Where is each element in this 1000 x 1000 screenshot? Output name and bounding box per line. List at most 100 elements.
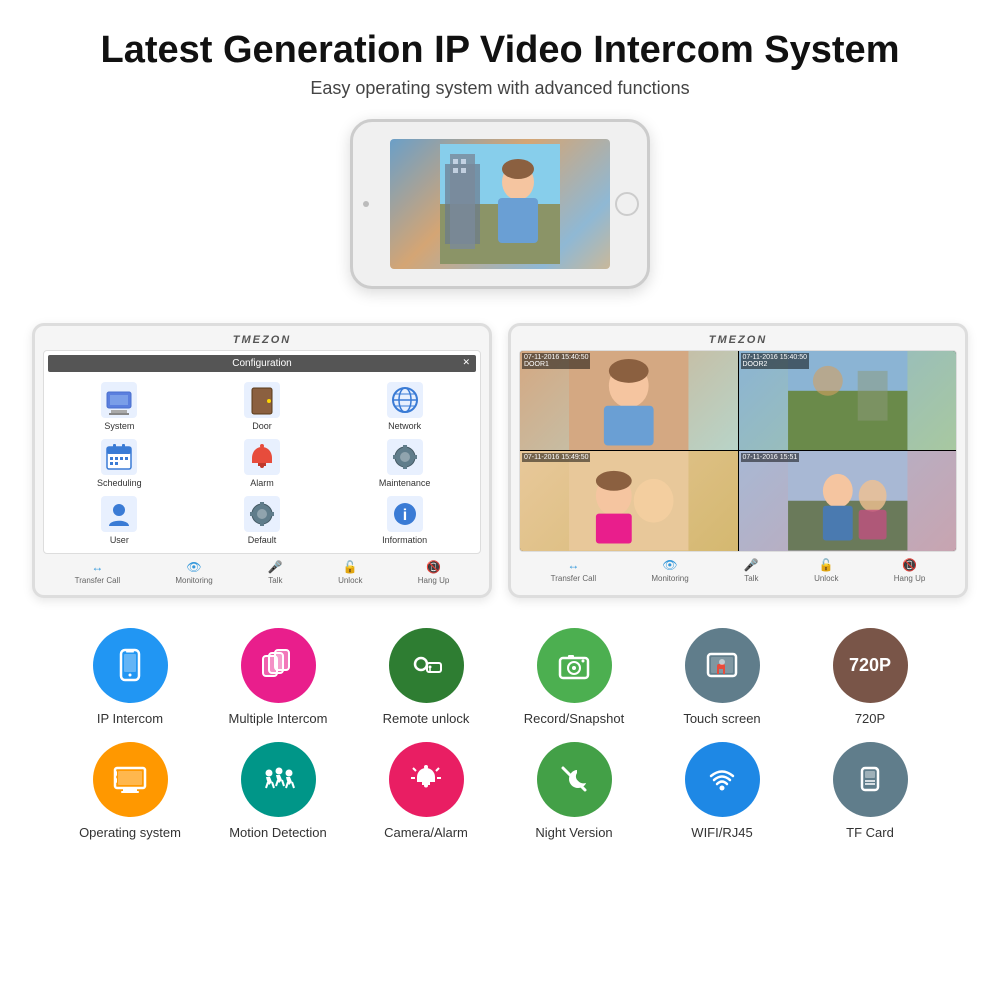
feature-label-ip-intercom: IP Intercom — [97, 711, 163, 726]
maintenance-icon — [387, 439, 423, 475]
feature-label-touch-screen: Touch screen — [683, 711, 760, 726]
footer-btn-hangup[interactable]: 📵 Hang Up — [418, 560, 450, 585]
tablet-right-footer: ↔ Transfer Call 👁 Monitoring 🎤 Talk 🔓 Un… — [519, 552, 957, 585]
config-title-bar: Configuration ✕ — [48, 355, 476, 372]
timestamp-2: 07-11-2016 15:40:50DOOR2 — [741, 353, 809, 369]
feature-label-record-snapshot: Record/Snapshot — [524, 711, 624, 726]
features-row-1: IP Intercom Multiple Intercom — [20, 628, 980, 726]
config-item-default: Default — [195, 496, 330, 545]
feature-label-remote-unlock: Remote unlock — [383, 711, 470, 726]
config-label-scheduling: Scheduling — [97, 478, 142, 488]
hangup-icon-r: 📵 — [902, 558, 917, 572]
phone-camera-dot — [363, 201, 369, 207]
record-snapshot-icon — [537, 628, 612, 703]
tablet-right: TMEZON 07-11-2016 15:40:50DOOR1 — [508, 323, 968, 598]
footer-label-talk-r: Talk — [744, 574, 758, 583]
transfer-icon: ↔ — [91, 560, 103, 574]
alarm-icon — [244, 439, 280, 475]
monitor-person-4 — [739, 451, 957, 551]
timestamp-1: 07-11-2016 15:40:50DOOR1 — [522, 353, 590, 369]
unlock-footer-icon: 🔓 — [343, 560, 358, 574]
tablet-left-screen: Configuration ✕ System — [43, 350, 481, 554]
footer-btn-monitoring-r[interactable]: 👁 Monitoring — [651, 558, 688, 583]
talk-icon: 🎤 — [268, 560, 283, 574]
phone-screen-image — [440, 144, 560, 264]
feature-operating-system: Operating system — [56, 742, 204, 840]
camera-alarm-icon — [389, 742, 464, 817]
feature-label-night-version: Night Version — [535, 825, 612, 840]
hangup-icon: 📵 — [426, 560, 441, 574]
feature-wifi-rj45: WIFI/RJ45 — [648, 742, 796, 840]
config-label-door: Door — [252, 421, 272, 431]
phone-section — [20, 119, 980, 299]
footer-label-talk: Talk — [268, 576, 282, 585]
feature-label-multiple-intercom: Multiple Intercom — [229, 711, 328, 726]
feature-remote-unlock: Remote unlock — [352, 628, 500, 726]
page-subtitle: Easy operating system with advanced func… — [20, 78, 980, 99]
operating-system-icon — [93, 742, 168, 817]
footer-btn-talk-r[interactable]: 🎤 Talk — [744, 558, 759, 583]
config-item-information: i Information — [337, 496, 472, 545]
remote-unlock-icon — [389, 628, 464, 703]
config-item-door: Door — [195, 382, 330, 431]
monitor-cell-3: 07-11-2016 15:49:50 — [520, 451, 738, 551]
scheduling-icon — [101, 439, 137, 475]
ip-intercom-icon — [93, 628, 168, 703]
svg-text:i: i — [402, 507, 406, 524]
feature-record-snapshot: Record/Snapshot — [500, 628, 648, 726]
monitor-screen: 07-11-2016 15:40:50DOOR1 07-11-2016 15:4… — [520, 351, 956, 551]
talk-icon-r: 🎤 — [744, 558, 759, 572]
footer-label-hangup-r: Hang Up — [894, 574, 926, 583]
feature-label-motion-detection: Motion Detection — [229, 825, 327, 840]
close-icon[interactable]: ✕ — [462, 357, 470, 368]
monitor-cell-1: 07-11-2016 15:40:50DOOR1 — [520, 351, 738, 451]
footer-btn-monitoring[interactable]: 👁 Monitoring — [175, 560, 212, 585]
monitor-cell-4: 07-11-2016 15:51 — [739, 451, 957, 551]
tablet-right-brand: TMEZON — [519, 334, 957, 346]
config-title: Configuration — [232, 358, 291, 369]
motion-detection-icon — [241, 742, 316, 817]
page-title: Latest Generation IP Video Intercom Syst… — [20, 30, 980, 72]
door-icon — [244, 382, 280, 418]
footer-label-monitoring-r: Monitoring — [651, 574, 688, 583]
feature-ip-intercom: IP Intercom — [56, 628, 204, 726]
config-item-scheduling: Scheduling — [52, 439, 187, 488]
unlock-footer-icon-r: 🔓 — [819, 558, 834, 572]
config-label-network: Network — [388, 421, 421, 431]
footer-label-transfer-r: Transfer Call — [551, 574, 597, 583]
phone-body — [350, 119, 650, 289]
config-label-user: User — [110, 535, 129, 545]
footer-btn-unlock[interactable]: 🔓 Unlock — [338, 560, 362, 585]
footer-label-transfer: Transfer Call — [75, 576, 121, 585]
config-item-maintenance: Maintenance — [337, 439, 472, 488]
phone-mockup — [350, 119, 650, 299]
config-grid: System Door — [48, 378, 476, 549]
system-icon — [101, 382, 137, 418]
footer-label-monitoring: Monitoring — [175, 576, 212, 585]
default-icon — [244, 496, 280, 532]
footer-btn-hangup-r[interactable]: 📵 Hang Up — [894, 558, 926, 583]
feature-label-720p: 720P — [855, 711, 885, 726]
footer-btn-transfer-r[interactable]: ↔ Transfer Call — [551, 558, 597, 583]
features-section: IP Intercom Multiple Intercom — [20, 628, 980, 840]
feature-label-wifi-rj45: WIFI/RJ45 — [691, 825, 752, 840]
phone-right-button — [648, 177, 650, 207]
monitoring-icon-r: 👁 — [662, 558, 677, 572]
night-version-icon — [537, 742, 612, 817]
config-screen: Configuration ✕ System — [44, 351, 480, 553]
tablet-left-brand: TMEZON — [43, 334, 481, 346]
monitoring-icon: 👁 — [186, 560, 201, 574]
monitor-cell-2: 07-11-2016 15:40:50DOOR2 — [739, 351, 957, 451]
information-icon: i — [387, 496, 423, 532]
features-row-2: Operating system — [20, 742, 980, 840]
footer-btn-talk[interactable]: 🎤 Talk — [268, 560, 283, 585]
tablet-left: TMEZON Configuration ✕ System — [32, 323, 492, 598]
config-item-alarm: Alarm — [195, 439, 330, 488]
phone-home-button — [615, 192, 639, 216]
page-wrapper: Latest Generation IP Video Intercom Syst… — [0, 0, 1000, 880]
footer-btn-transfer[interactable]: ↔ Transfer Call — [75, 560, 121, 585]
phone-screen-inner — [390, 139, 610, 269]
feature-camera-alarm: Camera/Alarm — [352, 742, 500, 840]
footer-btn-unlock-r[interactable]: 🔓 Unlock — [814, 558, 838, 583]
config-label-default: Default — [248, 535, 277, 545]
